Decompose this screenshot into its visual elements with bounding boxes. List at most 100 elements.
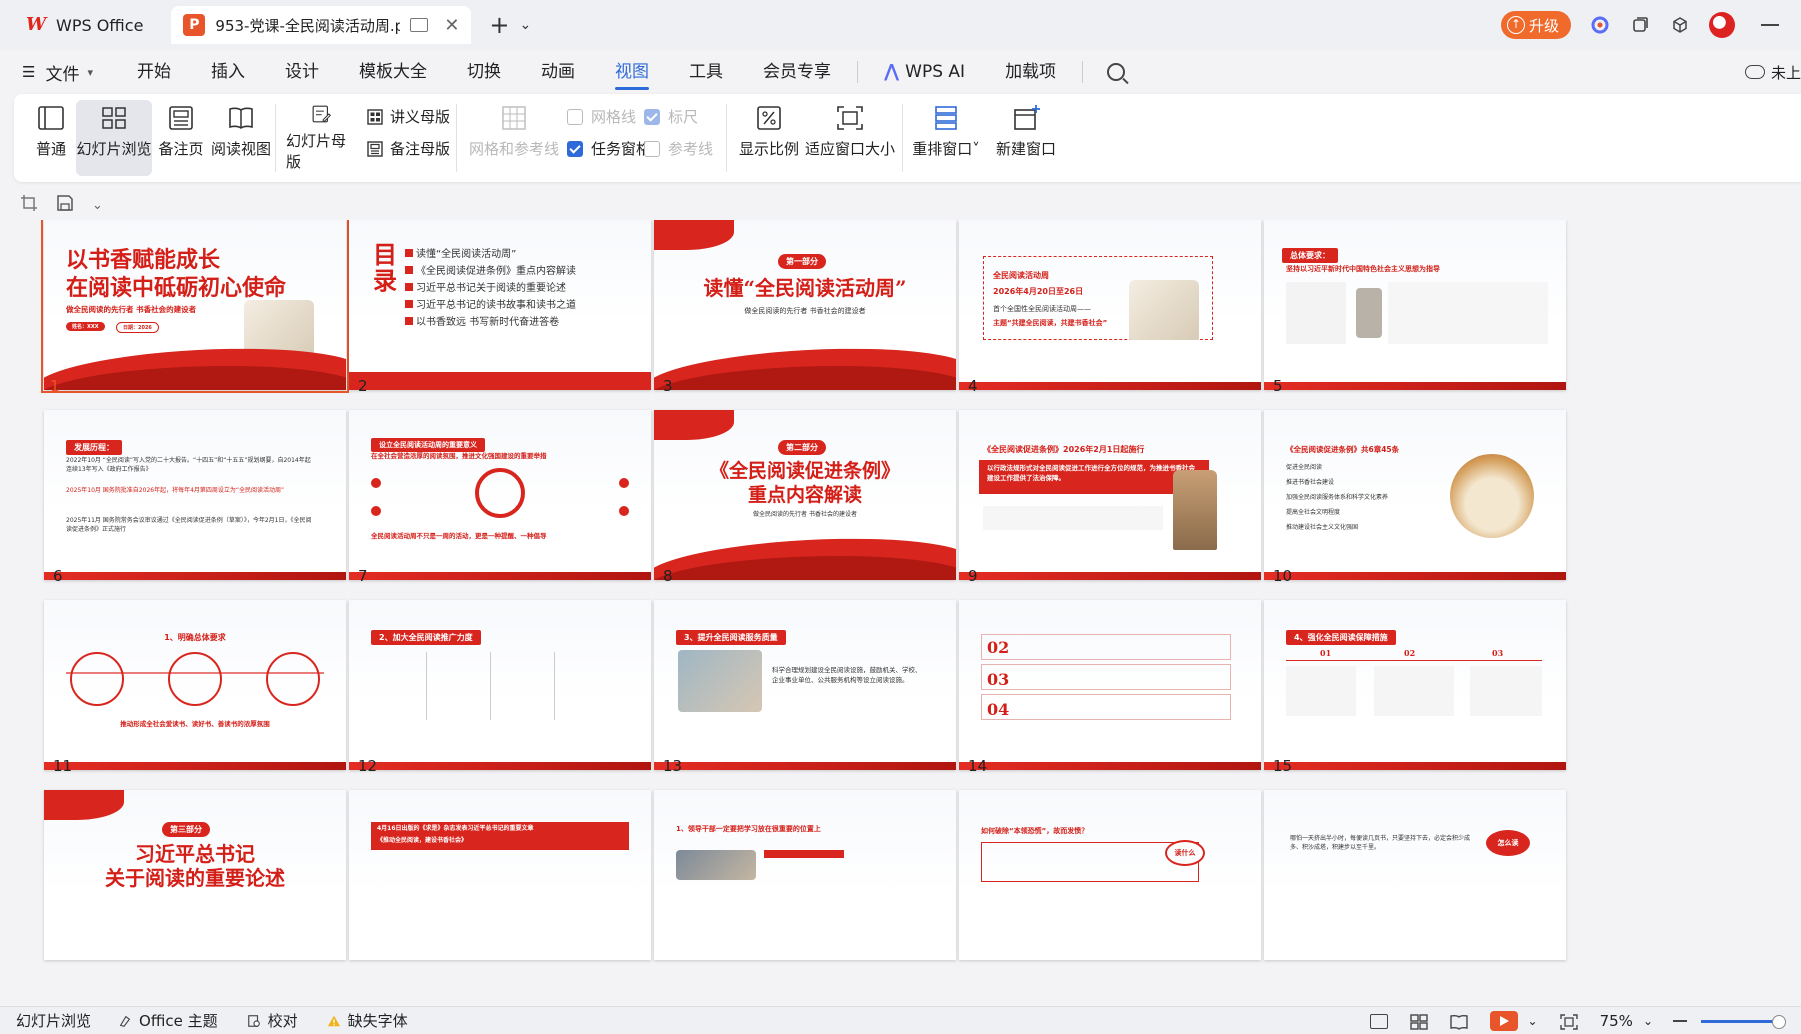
menu-insert[interactable]: 插入: [191, 50, 265, 94]
wps-home-tab[interactable]: W WPS Office: [12, 8, 157, 42]
slide-7-footer-text: 全民阅读活动周不只是一周的活动，更是一种提醒、一种倡导: [371, 532, 547, 540]
tab-list-chevron-down-icon[interactable]: ⌄: [520, 17, 532, 33]
slide-thumbnail-2[interactable]: 目录 读懂“全民阅读活动周” 《全民阅读促进条例》重点内容解读 习近平总书记关于…: [349, 220, 651, 390]
ruler-checkbox[interactable]: 标尺: [644, 106, 698, 127]
reading-view-button[interactable]: 阅读视图: [208, 104, 274, 172]
fit-window-status-icon[interactable]: [1559, 1013, 1578, 1030]
slide-thumbnail-18[interactable]: 1、领导干部一定要把学习放在很重要的位置上: [654, 790, 956, 960]
slide-thumbnail-4[interactable]: 全民阅读活动周 2026年4月20日至26日 首个全国性全民阅读活动周—— 主题…: [959, 220, 1261, 390]
slide-number-11: 11: [53, 757, 73, 775]
slide-thumbnail-9[interactable]: 《全民阅读促进条例》2026年2月1日起施行 以行政法规形式对全民阅读促进工作进…: [959, 410, 1261, 580]
zoom-slider[interactable]: [1701, 1014, 1786, 1029]
slide-15-heading-tag: 4、强化全民阅读保障措施: [1286, 630, 1396, 645]
slideshow-chevron-down-icon[interactable]: ⌄: [1528, 1014, 1538, 1028]
slide-thumbnail-8[interactable]: 第二部分 《全民阅读促进条例》 重点内容解读 做全民阅读的先行者 书香社会的建设…: [654, 410, 956, 580]
slide-thumbnail-10[interactable]: 《全民阅读促进条例》共6章45条 促进全民阅读 推进书香社会建设 加强全民阅读服…: [1264, 410, 1566, 580]
slide-1-name-tag: 姓名：XXX: [66, 322, 105, 331]
slide-20-red-bubble: 怎么读: [1486, 830, 1530, 856]
fit-window-button[interactable]: 适应窗口大小: [802, 104, 898, 172]
notes-page-button[interactable]: 备注页: [154, 104, 208, 172]
slide-thumbnail-5[interactable]: 总体要求： 坚持以习近平新时代中国特色社会主义思想为指导: [1264, 220, 1566, 390]
normal-view-button[interactable]: 普通: [28, 104, 74, 172]
slide-thumbnail-13[interactable]: 3、提升全民阅读服务质量 科学合理规划建设全民阅读设施，鼓励机关、学校、企业事业…: [654, 600, 956, 770]
slide-red-footer: [959, 572, 1261, 580]
new-window-icon: [1014, 105, 1040, 130]
status-missing-font[interactable]: 缺失字体: [326, 1010, 408, 1031]
slide-9-heading: 《全民阅读促进条例》2026年2月1日起施行: [983, 445, 1145, 454]
status-theme[interactable]: Office 主题: [117, 1010, 218, 1031]
slide-thumbnail-11[interactable]: 1、明确总体要求 推动形成全社会爱读书、读好书、善读书的浓厚氛围: [44, 600, 346, 770]
cloud-status-label[interactable]: 未上: [1771, 62, 1801, 83]
grid-guides-button[interactable]: 网格和参考线: [466, 104, 562, 172]
new-window-button[interactable]: 新建窗口: [986, 104, 1066, 172]
slide-master-button[interactable]: 幻灯片母版: [286, 104, 356, 172]
slide-background: [1264, 790, 1566, 960]
gridlines-checkbox-box[interactable]: [567, 108, 583, 125]
menu-transitions[interactable]: 切换: [447, 50, 521, 94]
ruler-checkbox-box[interactable]: [644, 108, 660, 125]
menu-separator: [1082, 61, 1084, 83]
upgrade-button[interactable]: ↑ 升级: [1500, 11, 1571, 39]
slide-6-heading-tag: 发展历程：: [66, 440, 122, 455]
menu-design[interactable]: 设计: [265, 50, 339, 94]
task-pane-checkbox[interactable]: 任务窗格: [567, 138, 651, 159]
slide-6-event-1: 2022年10月 “全民阅读”写入党的二十大报告。“十四五”和“十五五”规划纲要…: [66, 457, 311, 473]
rearrange-window-button[interactable]: 重排窗口˅: [910, 104, 982, 172]
slide-thumbnail-15[interactable]: 4、强化全民阅读保障措施 01 02 03: [1264, 600, 1566, 770]
slide-thumbnail-16[interactable]: 第三部分 习近平总书记 关于阅读的重要论述: [44, 790, 346, 960]
window-copy-icon[interactable]: [1629, 14, 1651, 36]
menu-tools[interactable]: 工具: [669, 50, 743, 94]
monitor-icon[interactable]: [410, 18, 429, 32]
slide-thumbnail-1[interactable]: 以书香赋能成长 在阅读中砥砺初心使命 做全民阅读的先行者 书香社会的建设者 姓名…: [41, 220, 349, 393]
handout-master-button[interactable]: 讲义母版: [366, 106, 450, 127]
zoom-percentage[interactable]: 75%: [1600, 1012, 1633, 1030]
slide-thumbnail-20[interactable]: 哪怕一天挤出半小时，每便读几页书，只要坚持下去，必定会积少成多、积沙成塔，积建步…: [1264, 790, 1566, 960]
zoom-chevron-down-icon[interactable]: ⌄: [1643, 1014, 1653, 1028]
zoom-ratio-button[interactable]: 显示比例: [736, 104, 802, 172]
slide-thumbnail-17[interactable]: 4月16日出版的《求是》杂志发表习近平总书记的重要文章 《推动全民阅读，建设书香…: [349, 790, 651, 960]
gridlines-checkbox[interactable]: 网格线: [567, 106, 636, 127]
guides-checkbox[interactable]: 参考线: [644, 138, 713, 159]
menu-wps-ai[interactable]: ⋀ WPS AI: [864, 50, 985, 94]
menu-member[interactable]: 会员专享: [743, 50, 851, 94]
menu-templates[interactable]: 模板大全: [339, 50, 447, 94]
slide-thumbnail-19[interactable]: 如何破除“本领恐慌”，故而发愤？ 读什么: [959, 790, 1261, 960]
document-tab[interactable]: P 953-党课-全民阅读活动周.p ✕: [171, 6, 472, 44]
file-menu[interactable]: ☰ 文件 ▾: [0, 60, 117, 85]
status-proofread[interactable]: 校对: [246, 1010, 298, 1031]
user-avatar[interactable]: [1709, 12, 1735, 38]
menu-addons[interactable]: 加载项: [985, 50, 1076, 94]
task-pane-checkbox-box[interactable]: [567, 140, 583, 157]
slide-browse-button[interactable]: 幻灯片浏览: [76, 100, 152, 176]
ai-assistant-icon[interactable]: [1589, 14, 1611, 36]
slide-thumbnail-12[interactable]: 2、加大全民阅读推广力度: [349, 600, 651, 770]
customize-toolbar-chevron-down-icon[interactable]: ⌄: [92, 198, 103, 213]
slide-number-1: 1: [50, 377, 60, 395]
slide-master-label: 幻灯片母版: [286, 132, 347, 171]
save-icon[interactable]: [56, 194, 74, 216]
view-ribbon: 普通 幻灯片浏览 备注页 阅读视图 幻灯片母版 讲义母版 备注母版 网格和参考线…: [14, 94, 1801, 182]
cloud-upload-icon[interactable]: [1744, 65, 1765, 79]
zoom-out-icon[interactable]: [1673, 1020, 1687, 1022]
slide-thumbnail-7[interactable]: 设立全民阅读活动周的重要意义 在全社会营造浓厚的阅读氛围，推进文化强国建设的重要…: [349, 410, 651, 580]
slide-thumbnail-3[interactable]: 第一部分 读懂“全民阅读活动周” 做全民阅读的先行者 书香社会的建设者: [654, 220, 956, 390]
slide-thumbnail-6[interactable]: 发展历程： 2022年10月 “全民阅读”写入党的二十大报告。“十四五”和“十五…: [44, 410, 346, 580]
close-tab-icon[interactable]: ✕: [444, 15, 459, 36]
slideshow-play-button[interactable]: [1489, 1011, 1518, 1031]
new-tab-plus-icon[interactable]: +: [489, 11, 509, 39]
crop-icon[interactable]: [20, 194, 38, 216]
slide-thumbnail-14[interactable]: 02 03 04: [959, 600, 1261, 770]
search-icon[interactable]: [1107, 63, 1126, 81]
menu-home[interactable]: 开始: [117, 50, 191, 94]
menu-animations[interactable]: 动画: [521, 50, 595, 94]
minimize-window-icon[interactable]: [1761, 24, 1779, 26]
reading-view-status-icon[interactable]: [1449, 1014, 1468, 1030]
slide-sorter-status-icon[interactable]: [1409, 1013, 1428, 1030]
guides-checkbox-box[interactable]: [644, 140, 660, 157]
cube-icon[interactable]: [1669, 14, 1691, 36]
menu-view[interactable]: 视图: [595, 50, 669, 94]
normal-view-status-icon[interactable]: [1369, 1013, 1388, 1029]
notes-master-button[interactable]: 备注母版: [366, 138, 450, 159]
guides-label: 参考线: [668, 140, 714, 158]
slide-3-subtitle: 做全民阅读的先行者 书香社会的建设者: [744, 307, 866, 315]
